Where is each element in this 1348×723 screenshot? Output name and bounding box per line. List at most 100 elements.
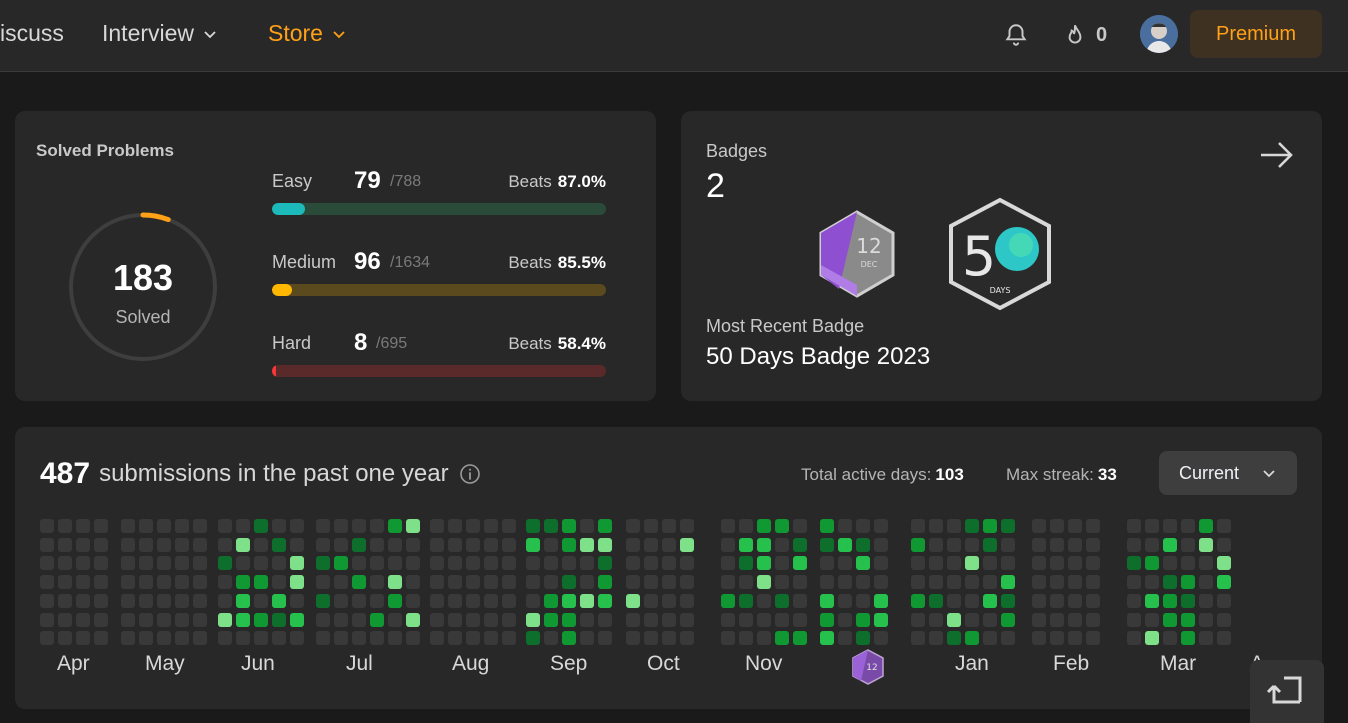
heatmap-cell[interactable] xyxy=(929,519,943,533)
heatmap-cell[interactable] xyxy=(838,593,852,608)
heatmap-cell[interactable] xyxy=(1199,556,1213,571)
heatmap-cell[interactable] xyxy=(644,575,658,590)
heatmap-cell[interactable] xyxy=(1217,537,1231,552)
heatmap-cell[interactable] xyxy=(1163,631,1177,646)
heatmap-cell[interactable] xyxy=(193,519,207,533)
heatmap-cell[interactable] xyxy=(316,631,330,646)
heatmap-cell[interactable] xyxy=(1086,537,1100,552)
heatmap-cell[interactable] xyxy=(1086,593,1100,608)
heatmap-cell[interactable] xyxy=(598,556,612,571)
heatmap-cell[interactable] xyxy=(218,556,232,571)
heatmap-cell[interactable] xyxy=(874,631,888,646)
heatmap-cell[interactable] xyxy=(334,575,348,590)
heatmap-cell[interactable] xyxy=(929,593,943,608)
heatmap-cell[interactable] xyxy=(316,519,330,533)
heatmap-cell[interactable] xyxy=(856,612,870,627)
heatmap-cell[interactable] xyxy=(466,575,480,590)
heatmap-cell[interactable] xyxy=(965,519,979,533)
heatmap-cell[interactable] xyxy=(721,593,735,608)
heatmap-cell[interactable] xyxy=(757,519,771,533)
heatmap-cell[interactable] xyxy=(1181,537,1195,552)
heatmap-cell[interactable] xyxy=(484,556,498,571)
heatmap-cell[interactable] xyxy=(430,537,444,552)
heatmap-cell[interactable] xyxy=(1001,612,1015,627)
heatmap-cell[interactable] xyxy=(644,519,658,533)
heatmap-cell[interactable] xyxy=(290,519,304,533)
heatmap-cell[interactable] xyxy=(448,519,462,533)
heatmap-cell[interactable] xyxy=(983,593,997,608)
heatmap-cell[interactable] xyxy=(580,612,594,627)
heatmap-cell[interactable] xyxy=(406,593,420,608)
heatmap-cell[interactable] xyxy=(466,612,480,627)
heatmap-cell[interactable] xyxy=(757,537,771,552)
heatmap-cell[interactable] xyxy=(626,593,640,608)
heatmap-cell[interactable] xyxy=(121,556,135,571)
heatmap-cell[interactable] xyxy=(544,537,558,552)
bell-icon[interactable] xyxy=(1003,22,1029,48)
heatmap-cell[interactable] xyxy=(820,612,834,627)
heatmap-cell[interactable] xyxy=(58,556,72,571)
heatmap-cell[interactable] xyxy=(388,556,402,571)
heatmap-cell[interactable] xyxy=(254,575,268,590)
heatmap-cell[interactable] xyxy=(544,575,558,590)
heatmap-cell[interactable] xyxy=(121,537,135,552)
heatmap-cell[interactable] xyxy=(820,537,834,552)
heatmap-cell[interactable] xyxy=(218,537,232,552)
heatmap-cell[interactable] xyxy=(1050,593,1064,608)
heatmap-cell[interactable] xyxy=(484,519,498,533)
heatmap-cell[interactable] xyxy=(448,556,462,571)
heatmap-cell[interactable] xyxy=(1199,537,1213,552)
heatmap-cell[interactable] xyxy=(352,519,366,533)
heatmap-cell[interactable] xyxy=(334,556,348,571)
heatmap-cell[interactable] xyxy=(1217,593,1231,608)
nav-store[interactable]: Store xyxy=(268,20,347,47)
heatmap-cell[interactable] xyxy=(175,593,189,608)
heatmap-cell[interactable] xyxy=(983,575,997,590)
heatmap-cell[interactable] xyxy=(721,612,735,627)
heatmap-cell[interactable] xyxy=(929,575,943,590)
heatmap-cell[interactable] xyxy=(316,537,330,552)
heatmap-cell[interactable] xyxy=(254,631,268,646)
heatmap-cell[interactable] xyxy=(644,631,658,646)
heatmap-cell[interactable] xyxy=(1145,631,1159,646)
heatmap-cell[interactable] xyxy=(157,537,171,552)
heatmap-cell[interactable] xyxy=(370,631,384,646)
heatmap-cell[interactable] xyxy=(272,556,286,571)
heatmap-cell[interactable] xyxy=(947,612,961,627)
heatmap-cell[interactable] xyxy=(526,519,540,533)
heatmap-cell[interactable] xyxy=(838,556,852,571)
heatmap-cell[interactable] xyxy=(430,519,444,533)
heatmap-cell[interactable] xyxy=(1217,631,1231,646)
heatmap-cell[interactable] xyxy=(544,593,558,608)
heatmap-cell[interactable] xyxy=(58,612,72,627)
heatmap-cell[interactable] xyxy=(1127,519,1141,533)
heatmap-cell[interactable] xyxy=(662,519,676,533)
heatmap-cell[interactable] xyxy=(193,575,207,590)
heatmap-cell[interactable] xyxy=(983,537,997,552)
heatmap-cell[interactable] xyxy=(626,519,640,533)
heatmap-cell[interactable] xyxy=(1181,519,1195,533)
heatmap-cell[interactable] xyxy=(406,556,420,571)
heatmap-cell[interactable] xyxy=(139,612,153,627)
heatmap-cell[interactable] xyxy=(965,556,979,571)
heatmap-cell[interactable] xyxy=(40,593,54,608)
heatmap-cell[interactable] xyxy=(76,631,90,646)
heatmap-cell[interactable] xyxy=(580,593,594,608)
heatmap-cell[interactable] xyxy=(598,575,612,590)
heatmap-cell[interactable] xyxy=(430,556,444,571)
heatmap-cell[interactable] xyxy=(793,631,807,646)
heatmap-cell[interactable] xyxy=(739,575,753,590)
heatmap-cell[interactable] xyxy=(58,537,72,552)
heatmap-cell[interactable] xyxy=(406,575,420,590)
heatmap-cell[interactable] xyxy=(76,556,90,571)
heatmap-cell[interactable] xyxy=(193,631,207,646)
december-badge-small-icon[interactable]: 12 xyxy=(851,649,885,685)
heatmap-cell[interactable] xyxy=(983,556,997,571)
heatmap-cell[interactable] xyxy=(1217,612,1231,627)
heatmap-cell[interactable] xyxy=(448,537,462,552)
heatmap-cell[interactable] xyxy=(370,575,384,590)
heatmap-cell[interactable] xyxy=(406,631,420,646)
heatmap-cell[interactable] xyxy=(388,537,402,552)
heatmap-cell[interactable] xyxy=(175,519,189,533)
heatmap-cell[interactable] xyxy=(290,575,304,590)
